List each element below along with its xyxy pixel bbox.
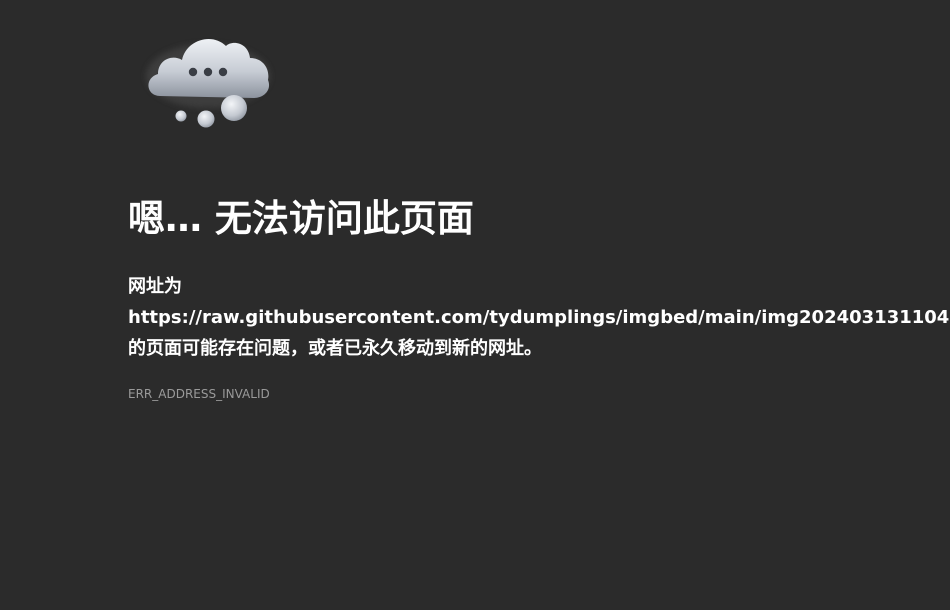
message-prefix: 网址为 [128,276,182,297]
page-title: 嗯… 无法访问此页面 [128,197,474,240]
cloud-thought-icon [146,38,270,128]
error-code: ERR_ADDRESS_INVALID [128,387,270,401]
cloud-dot [188,67,198,77]
thought-bubble [175,110,187,122]
error-page: 嗯… 无法访问此页面 网址为 https://raw.githubusercon… [0,0,950,610]
error-url: https://raw.githubusercontent.com/tydump… [128,307,950,328]
cloud-dot [203,67,213,77]
cloud-dot [218,67,228,77]
error-message: 网址为 https://raw.githubusercontent.com/ty… [128,271,950,364]
message-suffix: 的页面可能存在问题，或者已永久移动到新的网址。 [128,338,542,359]
thought-bubble [221,95,247,121]
thought-bubble [197,110,215,128]
